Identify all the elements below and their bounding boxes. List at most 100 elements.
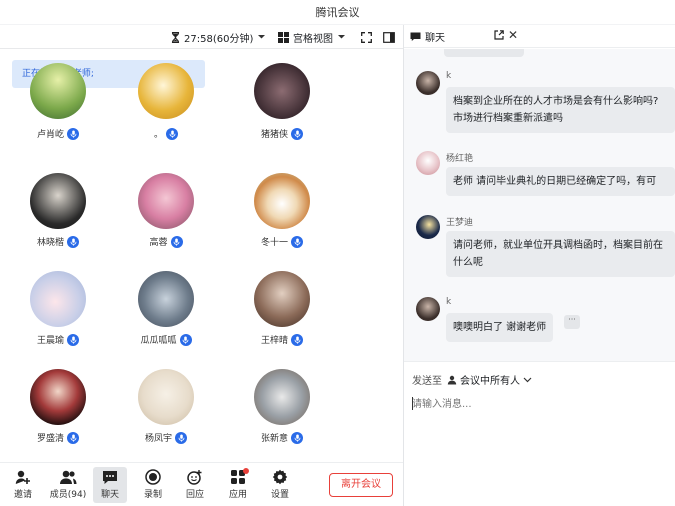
invite-label: 邀请 — [13, 490, 32, 500]
microphone-icon — [291, 333, 303, 346]
participant-avatar — [254, 271, 310, 327]
participant-name: 王晨瑜 — [36, 336, 64, 346]
chat-message-list[interactable]: k 档案到企业所在的人才市场是会有什么影响吗? 市场进行档案重新派遣吗 杨红艳 … — [404, 49, 675, 385]
video-grid-area: 正在讲话: 刘老师; 卢肖屹 。 猪猪侠 — [0, 48, 403, 462]
participant-name: 瓜瓜呱呱 — [140, 336, 177, 346]
microphone-icon — [291, 235, 303, 248]
chat-message: k 噢噢明白了 谢谢老师 ··· — [416, 297, 675, 353]
participant-tile[interactable]: 杨凤宇 — [108, 369, 224, 459]
settings-label: 设置 — [270, 490, 289, 500]
notification-dot-icon — [243, 468, 249, 474]
previous-message-bubble — [444, 49, 524, 57]
popout-window-icon — [494, 30, 504, 40]
close-icon: ✕ — [508, 28, 519, 42]
chat-bubble-icon — [410, 32, 421, 41]
participant-tile[interactable]: 王晨瑜 — [0, 271, 116, 361]
microphone-icon — [179, 333, 192, 346]
participant-tile[interactable]: 张新意 — [224, 369, 340, 459]
participant-tile[interactable]: 。 — [108, 63, 224, 181]
participant-tile[interactable]: 猪猪侠 — [224, 63, 340, 181]
sidebar-layout-icon — [383, 31, 395, 43]
meeting-timer[interactable]: 27:58(60分钟) — [171, 29, 266, 45]
record-label: 录制 — [143, 490, 162, 500]
invite-button[interactable]: 邀请 — [6, 467, 40, 503]
microphone-icon — [170, 235, 183, 248]
chevron-down-icon — [258, 35, 266, 39]
fullscreen-icon — [361, 31, 372, 43]
chat-bubble-icon — [103, 470, 117, 484]
chat-panel: 聊天 ✕ k 档案到企业所在的人才市场是会有什么影响吗? 市场进行档案重新派遣吗 — [404, 25, 675, 506]
view-switch[interactable]: 宫格视图 — [278, 29, 346, 45]
participant-name: 罗盛清 — [36, 434, 64, 444]
sender-avatar — [416, 71, 440, 95]
record-icon — [145, 469, 161, 485]
participant-name: 王梓晴 — [260, 336, 288, 346]
view-label: 宫格视图 — [293, 33, 333, 45]
microphone-icon — [166, 127, 178, 140]
emoji-reaction-icon — [187, 470, 202, 485]
members-label: 成员(94) — [49, 490, 87, 500]
participant-avatar — [30, 271, 86, 327]
chat-header: 聊天 ✕ — [404, 25, 675, 48]
participant-avatar — [138, 63, 194, 119]
send-to-target: 会议中所有人 — [460, 376, 520, 387]
participant-avatar — [138, 173, 194, 229]
members-icon — [60, 470, 77, 484]
participant-name: 高蓉 — [149, 238, 168, 248]
members-button[interactable]: 成员(94) — [48, 467, 88, 503]
chat-message: k 档案到企业所在的人才市场是会有什么影响吗? 市场进行档案重新派遣吗 — [416, 71, 675, 145]
participant-tile[interactable]: 王梓晴 — [224, 271, 340, 361]
send-to-selector[interactable]: 会议中所有人 — [447, 372, 532, 387]
participant-tile[interactable]: 罗盛清 — [0, 369, 116, 459]
chat-message: 王梦迪 请问老师，就业单位开具调档函时，档案目前在 什么呢 — [416, 215, 675, 289]
participant-tile[interactable]: 瓜瓜呱呱 — [108, 271, 224, 361]
sender-name: 杨红艳 — [446, 154, 474, 164]
message-more-button[interactable]: ··· — [564, 315, 580, 329]
participant-tile[interactable]: 林晓楷 — [0, 173, 116, 263]
participant-avatar — [138, 271, 194, 327]
sender-name: k — [446, 71, 452, 81]
apps-button[interactable]: 应用 — [221, 467, 255, 503]
close-chat-button[interactable]: ✕ — [508, 28, 518, 42]
participant-name: 卢肖屹 — [36, 130, 64, 140]
participant-name: 冬十一 — [260, 238, 288, 248]
timer-text: 27:58(60分钟) — [184, 33, 254, 45]
participant-name: 猪猪侠 — [260, 130, 288, 140]
participant-tile[interactable]: 卢肖屹 — [0, 63, 116, 181]
gear-icon — [272, 469, 288, 485]
sender-avatar — [416, 215, 440, 239]
apps-label: 应用 — [228, 490, 247, 500]
settings-button[interactable]: 设置 — [263, 467, 297, 503]
reactions-button[interactable]: 回应 — [178, 467, 212, 503]
sender-name: k — [446, 297, 452, 307]
microphone-icon — [67, 333, 79, 346]
chat-message-input[interactable] — [412, 396, 662, 412]
participant-avatar — [254, 369, 310, 425]
participant-avatar — [254, 173, 310, 229]
message-bubble: 老师 请问毕业典礼的日期已经确定了吗，有可 — [446, 167, 675, 196]
message-bubble: 请问老师，就业单位开具调档函时，档案目前在 什么呢 — [446, 231, 675, 277]
participant-avatar — [138, 369, 194, 425]
bottom-toolbar: 邀请 成员(94) 聊天 录制 回应 应用 设置 离开会议 — [0, 462, 403, 506]
sender-name: 王梦迪 — [446, 218, 474, 228]
sender-avatar — [416, 151, 440, 175]
popout-button[interactable] — [494, 30, 504, 43]
participant-avatar — [30, 369, 86, 425]
microphone-icon — [175, 431, 187, 444]
microphone-icon — [291, 127, 303, 140]
participant-tile[interactable]: 冬十一 — [224, 173, 340, 263]
sidebar-toggle-button[interactable] — [383, 29, 395, 45]
add-user-icon — [15, 470, 30, 484]
fullscreen-button[interactable] — [361, 29, 372, 45]
chat-button[interactable]: 聊天 — [93, 467, 127, 503]
grid-view-icon — [278, 31, 289, 43]
chat-message: 杨红艳 老师 请问毕业典礼的日期已经确定了吗，有可 — [416, 151, 675, 205]
message-bubble: 噢噢明白了 谢谢老师 — [446, 313, 554, 342]
leave-meeting-button[interactable]: 离开会议 — [329, 473, 393, 497]
participant-name: 杨凤宇 — [144, 434, 172, 444]
chevron-down-icon — [338, 35, 345, 39]
meeting-window: 腾讯会议 27:58(60分钟) 宫格视图 卢肖屹 。 猪猪侠 林晓楷 高蓉 冬… — [0, 0, 675, 506]
record-button[interactable]: 录制 — [136, 467, 170, 503]
person-icon — [447, 375, 457, 384]
participant-tile[interactable]: 高蓉 — [108, 173, 224, 263]
